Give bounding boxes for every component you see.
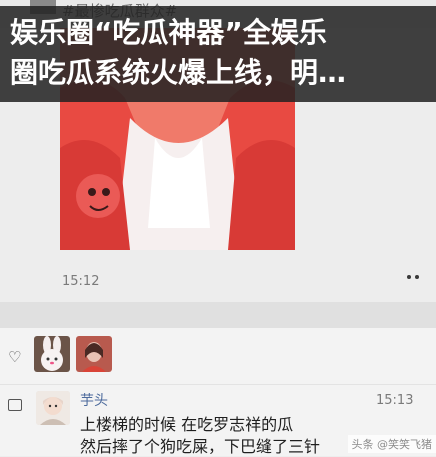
comment-author[interactable]: 芋头: [80, 390, 108, 410]
portrait-avatar[interactable]: [76, 336, 112, 372]
avatar[interactable]: [36, 391, 70, 425]
dot-icon: [407, 275, 411, 279]
likes-section: ♡: [0, 328, 436, 384]
headline-line-2: 圈吃瓜系统火爆上线，明…: [10, 54, 430, 92]
heart-icon: ♡: [8, 348, 21, 366]
headline-line-1: 娱乐圈“吃瓜神器”全娱乐: [10, 14, 430, 52]
comment-icon: [8, 399, 22, 411]
dot-icon: [415, 275, 419, 279]
more-options-button[interactable]: [400, 268, 426, 286]
rabbit-avatar[interactable]: [34, 336, 70, 372]
watermark: 头条 @笑笑飞猪: [348, 435, 436, 453]
divider: [0, 302, 436, 328]
headline-overlay[interactable]: 娱乐圈“吃瓜神器”全娱乐 圈吃瓜系统火爆上线，明…: [0, 6, 436, 102]
comment-timestamp: 15:13: [376, 393, 413, 408]
comment-text-line: 然后摔了个狗吃屎，下巴缝了三针: [80, 433, 320, 457]
comment-text-line: 上楼梯的时候 在吃罗志祥的瓜: [80, 411, 293, 435]
post-timestamp: 15:12: [62, 274, 99, 289]
